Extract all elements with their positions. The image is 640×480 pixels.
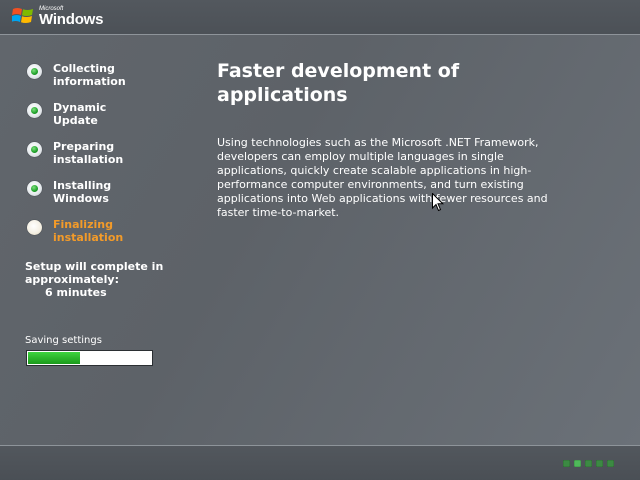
activity-indicator [563,460,614,467]
time-remaining-line2: approximately: [25,273,119,286]
progress-status-text: Saving settings [25,335,102,346]
step-dynamic-update: Dynamic Update [25,101,195,140]
step-installing-windows: Installing Windows [25,179,195,218]
step-label: Collecting information [53,62,126,88]
step-current-icon [27,220,42,235]
progress-bar [26,350,153,366]
step-complete-icon [27,64,42,79]
activity-square [607,460,614,467]
content-area: Collecting information Dynamic Update Prep… [0,35,640,445]
step-complete-icon [27,181,42,196]
step-complete-icon [27,142,42,157]
progress-bar-fill [28,352,80,364]
windows-wordmark: Windows [39,11,104,28]
step-label: Finalizing installation [53,218,124,244]
page-title: Faster development of applications [217,60,460,106]
step-label: Dynamic Update [53,101,107,127]
step-label: Installing Windows [53,179,112,205]
step-label: Preparing installation [53,140,124,166]
activity-square [596,460,603,467]
step-preparing-installation: Preparing installation [25,140,195,179]
step-complete-icon [27,103,42,118]
time-remaining-line1: Setup will complete in [25,260,164,273]
activity-square [585,460,592,467]
activity-square [563,460,570,467]
feature-description: Using technologies such as the Microsoft… [217,136,548,219]
time-remaining-minutes: 6 minutes [45,286,107,299]
bottom-bar [0,445,640,480]
setup-screen: Microsoft Windows Collecting information … [0,0,640,480]
top-bar: Microsoft Windows [0,0,640,35]
setup-steps-list: Collecting information Dynamic Update Prep… [25,62,195,257]
step-finalizing-installation: Finalizing installation [25,218,195,257]
activity-square [574,460,581,467]
step-collecting-information: Collecting information [25,62,195,101]
mouse-pointer-icon [432,193,444,212]
time-remaining: Setup will complete in approximately: 6 … [25,260,175,299]
windows-logo: Microsoft Windows [12,4,122,30]
windows-flag-icon [12,8,33,24]
